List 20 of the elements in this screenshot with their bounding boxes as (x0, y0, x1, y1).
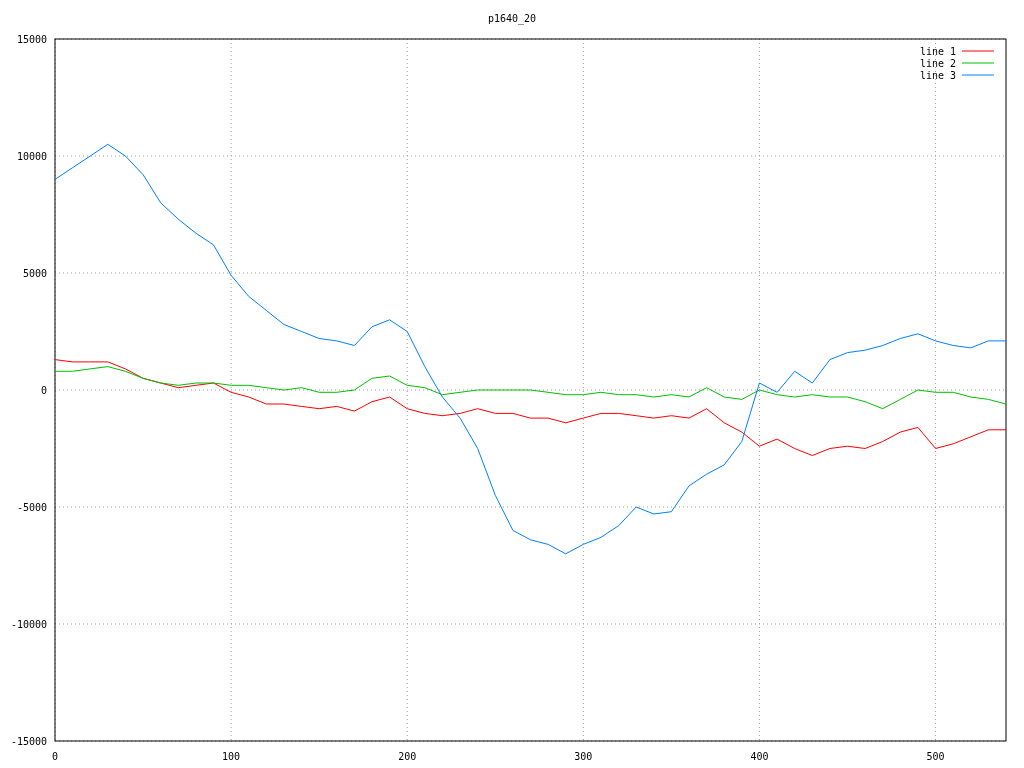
y-tick-label: -5000 (16, 502, 47, 513)
legend-label: line 2 (919, 58, 956, 69)
x-tick-label: 300 (574, 751, 593, 762)
legend-label: line 3 (919, 70, 956, 81)
y-tick-label: -10000 (10, 619, 47, 630)
legend-label: line 1 (919, 46, 956, 57)
legend-line (961, 50, 995, 52)
x-tick-label: 400 (750, 751, 769, 762)
legend-line (961, 62, 995, 64)
legend-line (961, 74, 995, 76)
y-tick-label: 10000 (16, 151, 47, 162)
x-tick-label: 100 (222, 751, 241, 762)
x-tick-label: 500 (926, 751, 945, 762)
y-tick-label: 0 (40, 385, 47, 396)
x-tick-label: 0 (52, 751, 58, 762)
y-tick-label: 15000 (16, 34, 47, 45)
y-tick-label: -15000 (10, 736, 47, 747)
x-tick-label: 200 (398, 751, 417, 762)
y-tick-label: 5000 (22, 268, 47, 279)
chart-title: p1640_20 (487, 13, 537, 24)
